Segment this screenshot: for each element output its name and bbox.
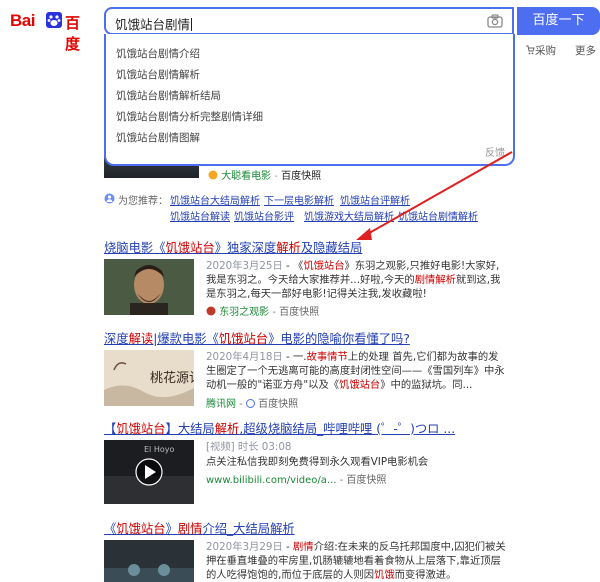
- logo-bai-text: Bai: [10, 11, 35, 30]
- svg-text:El Hoyo: El Hoyo: [144, 445, 174, 454]
- svg-text:桃花源记: 桃花源记: [150, 370, 194, 386]
- related-item[interactable]: 饥饿游戏大结局解析: [304, 208, 394, 223]
- result-thumbnail[interactable]: [104, 259, 194, 315]
- related-item[interactable]: 饥饿站台大结局解析: [170, 192, 260, 207]
- feedback-link[interactable]: 反馈: [485, 144, 505, 159]
- search-query-text: 饥饿站台剧情: [115, 17, 193, 32]
- related-item[interactable]: 下一层电影解析: [264, 192, 334, 207]
- result-abstract: 2020年3月25日 - 《饥饿站台》东羽之观影,只推好电影!大家好,我是东羽之…: [206, 260, 501, 300]
- suggestion-item[interactable]: 饥饿站台剧情分析完整剧情详细: [116, 109, 263, 124]
- result-thumbnail[interactable]: 桃花源记: [104, 350, 194, 406]
- thumbnail-image: 桃花源记: [104, 350, 194, 406]
- related-item[interactable]: 饥饿站台评解析: [340, 192, 410, 207]
- result-title[interactable]: 《饥饿站台》剧情介绍_大结局解析: [104, 519, 295, 537]
- cache-link[interactable]: 百度快照: [346, 475, 386, 486]
- result-abstract-line: 点关注私信我即刻免费得到永久观看VIP电影机会: [206, 456, 429, 468]
- related-item[interactable]: 饥饿站台剧情解析: [398, 208, 478, 223]
- result-source: 大聪看电影 - 百度快照: [208, 167, 321, 182]
- result-title[interactable]: 深度解读|爆款电影《饥饿站台》电影的隐喻你看懂了吗?: [104, 329, 410, 347]
- result-abstract: 2020年3月29日 - 剧情介绍:在未来的反乌托邦国度中,囚犯们被关押在垂直堆…: [206, 541, 506, 581]
- related-item[interactable]: 饥饿站台解读: [170, 208, 230, 223]
- result-abstract: 2020年4月18日 - 一.故事情节上的处理 首先,它们都为故事的发生圈定了一…: [206, 351, 505, 391]
- camera-icon[interactable]: [487, 14, 503, 28]
- cart-icon: [526, 45, 535, 55]
- result-title[interactable]: 【饥饿站台】大结局解析,超级烧脑结局_哔哩哔哩 (゜-゜)つロ ...: [104, 419, 455, 437]
- result-title[interactable]: 烧脑电影《饥饿站台》独家深度解析及隐藏结局: [104, 238, 362, 256]
- caigou-link[interactable]: 采购: [525, 43, 556, 58]
- result-source: www.bilibili.com/video/a... - 百度快照: [206, 475, 387, 486]
- source-logo-icon: [206, 306, 216, 316]
- cache-link[interactable]: 百度快照: [281, 171, 321, 182]
- suggestion-item[interactable]: 饥饿站台剧情解析结局: [116, 88, 221, 103]
- result-source: 腾讯网 - 百度快照: [206, 399, 299, 410]
- baidu-logo[interactable]: Bai 百度: [10, 9, 94, 53]
- cache-link[interactable]: 百度快照: [279, 307, 319, 318]
- right-links: 采购 更多: [517, 43, 600, 59]
- suggestion-item[interactable]: 饥饿站台剧情图解: [116, 130, 200, 145]
- suggestion-dropdown: 饥饿站台剧情介绍 饥饿站台剧情解析 饥饿站台剧情解析结局 饥饿站台剧情分析完整剧…: [104, 34, 515, 166]
- related-label: 为您推荐：: [118, 196, 168, 207]
- video-thumbnail[interactable]: El Hoyo: [104, 440, 194, 504]
- logo-baidu-text: 百度: [65, 14, 81, 53]
- more-link[interactable]: 更多: [575, 43, 596, 58]
- thumbnail-image: El Hoyo: [104, 440, 194, 504]
- search-button[interactable]: 百度一下: [517, 7, 600, 35]
- source-logo-icon: [208, 170, 218, 180]
- suggestion-item[interactable]: 饥饿站台剧情介绍: [116, 46, 200, 61]
- cache-link[interactable]: 百度快照: [258, 399, 298, 410]
- result-thumbnail[interactable]: [104, 540, 194, 582]
- verified-icon: [245, 399, 255, 408]
- recommend-icon: [104, 193, 115, 204]
- suggestion-item[interactable]: 饥饿站台剧情解析: [116, 67, 200, 82]
- related-item[interactable]: 饥饿站台影评: [234, 208, 294, 223]
- thumbnail-image: [104, 540, 194, 582]
- thumbnail-image: [104, 259, 194, 315]
- search-input[interactable]: 饥饿站台剧情: [104, 7, 514, 35]
- paw-icon: [46, 12, 62, 28]
- result-source: 东羽之观影 - 百度快照: [206, 303, 319, 318]
- result-abstract: [视频] 时长 03:08: [206, 441, 292, 453]
